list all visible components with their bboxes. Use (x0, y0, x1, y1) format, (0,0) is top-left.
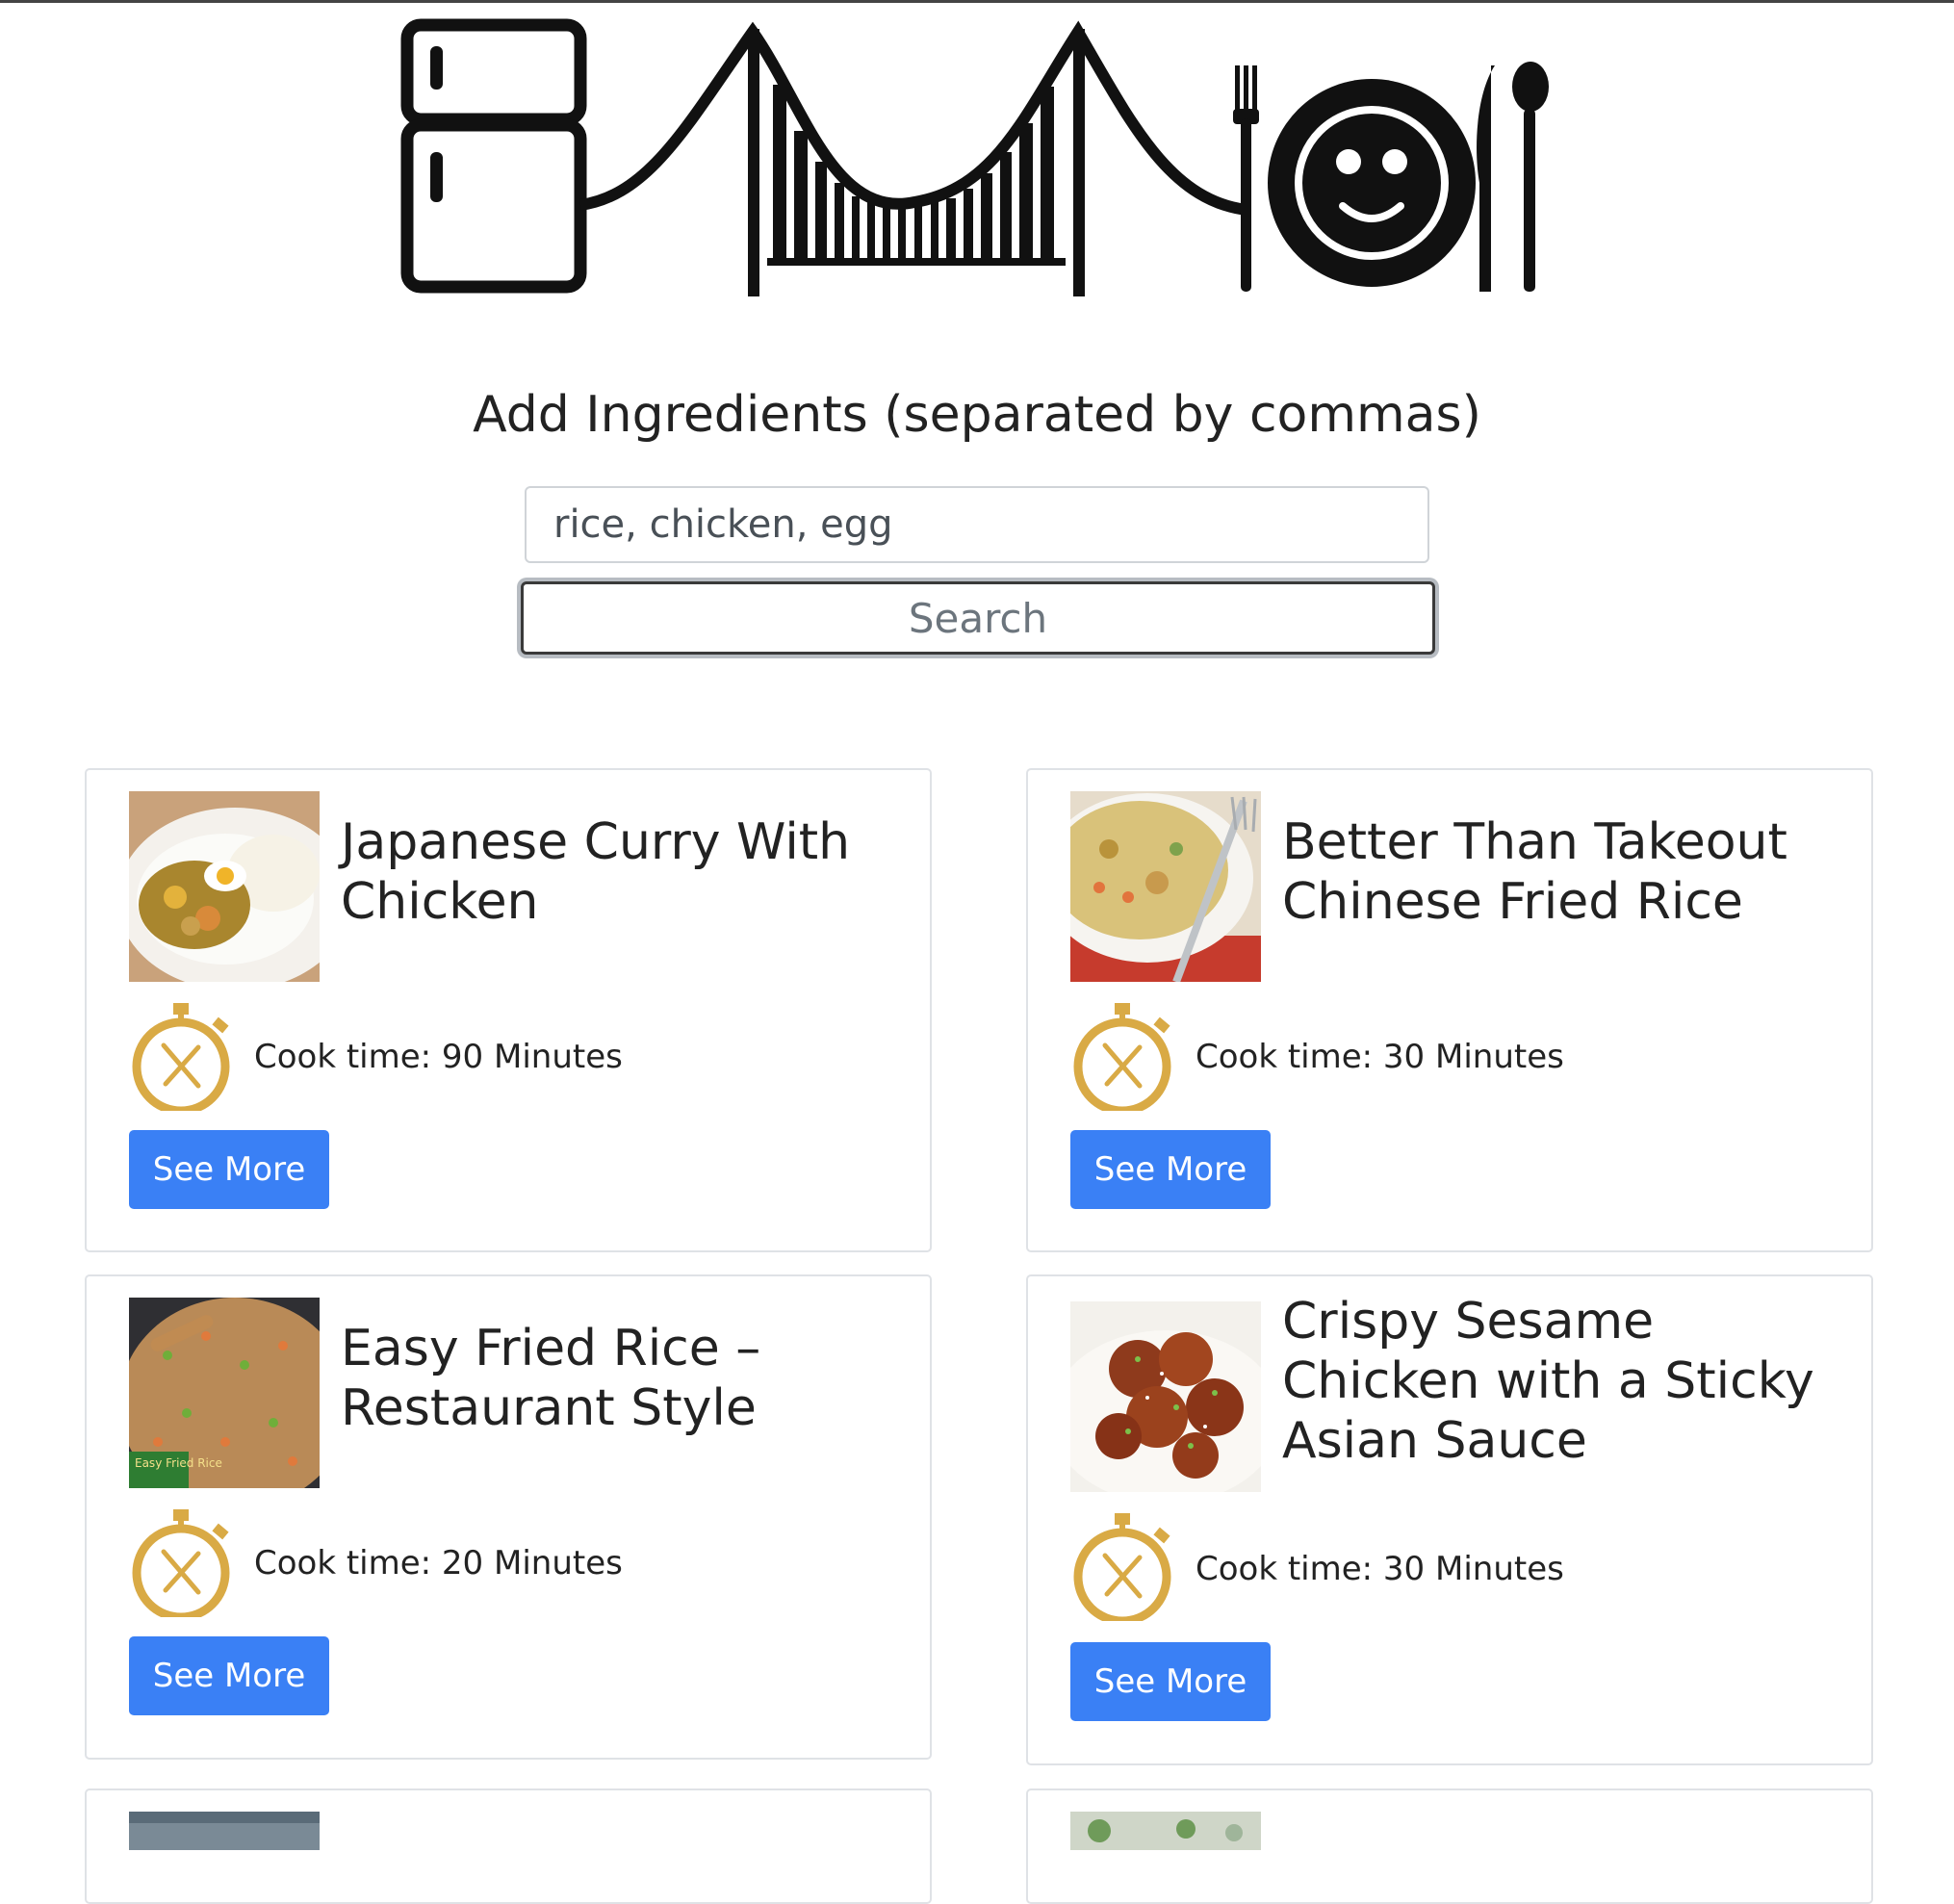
recipe-card (1026, 1788, 1873, 1904)
cook-time: Cook time: 20 Minutes (254, 1544, 623, 1582)
recipe-card: Japanese Curry With Chicken Cook time: 9… (85, 768, 932, 1252)
recipe-card: Better Than Takeout Chinese Fried Rice C… (1026, 768, 1873, 1252)
timer-icon (132, 1003, 230, 1111)
search-heading: Add Ingredients (separated by commas) (473, 386, 1481, 444)
recipe-image (129, 791, 320, 982)
recipe-title: Easy Fried Rice – Restaurant Style (341, 1320, 761, 1437)
timer-icon (1073, 1513, 1171, 1621)
recipe-image (1070, 1301, 1261, 1492)
cook-time: Cook time: 30 Minutes (1196, 1550, 1564, 1588)
recipe-card (85, 1788, 932, 1904)
search-section: Add Ingredients (separated by commas) Se… (0, 385, 1954, 655)
recipe-image (129, 1812, 320, 1850)
recipe-title: Better Than Takeout Chinese Fried Rice (1282, 813, 1787, 931)
cook-time: Cook time: 30 Minutes (1196, 1038, 1564, 1076)
see-more-button[interactable]: See More (129, 1636, 329, 1715)
cook-time: Cook time: 90 Minutes (254, 1038, 623, 1076)
see-more-button[interactable]: See More (1070, 1130, 1271, 1209)
app-logo (400, 18, 1549, 296)
see-more-button[interactable]: See More (1070, 1642, 1271, 1721)
recipe-title: Crispy Sesame Chicken with a Sticky Asia… (1282, 1293, 1814, 1470)
search-button[interactable]: Search (521, 581, 1435, 655)
recipe-image: Easy Fried Rice (129, 1298, 320, 1488)
recipe-image (1070, 1812, 1261, 1850)
recipe-title: Japanese Curry With Chicken (341, 813, 851, 931)
timer-icon (1073, 1003, 1171, 1111)
timer-icon (132, 1509, 230, 1617)
recipe-image (1070, 791, 1261, 982)
recipe-card: Crispy Sesame Chicken with a Sticky Asia… (1026, 1274, 1873, 1765)
image-caption: Easy Fried Rice (135, 1456, 222, 1470)
recipe-card: Easy Fried Rice Easy Fried Rice – Restau… (85, 1274, 932, 1760)
see-more-button[interactable]: See More (129, 1130, 329, 1209)
top-rule (0, 0, 1954, 3)
ingredients-input[interactable] (525, 486, 1429, 563)
